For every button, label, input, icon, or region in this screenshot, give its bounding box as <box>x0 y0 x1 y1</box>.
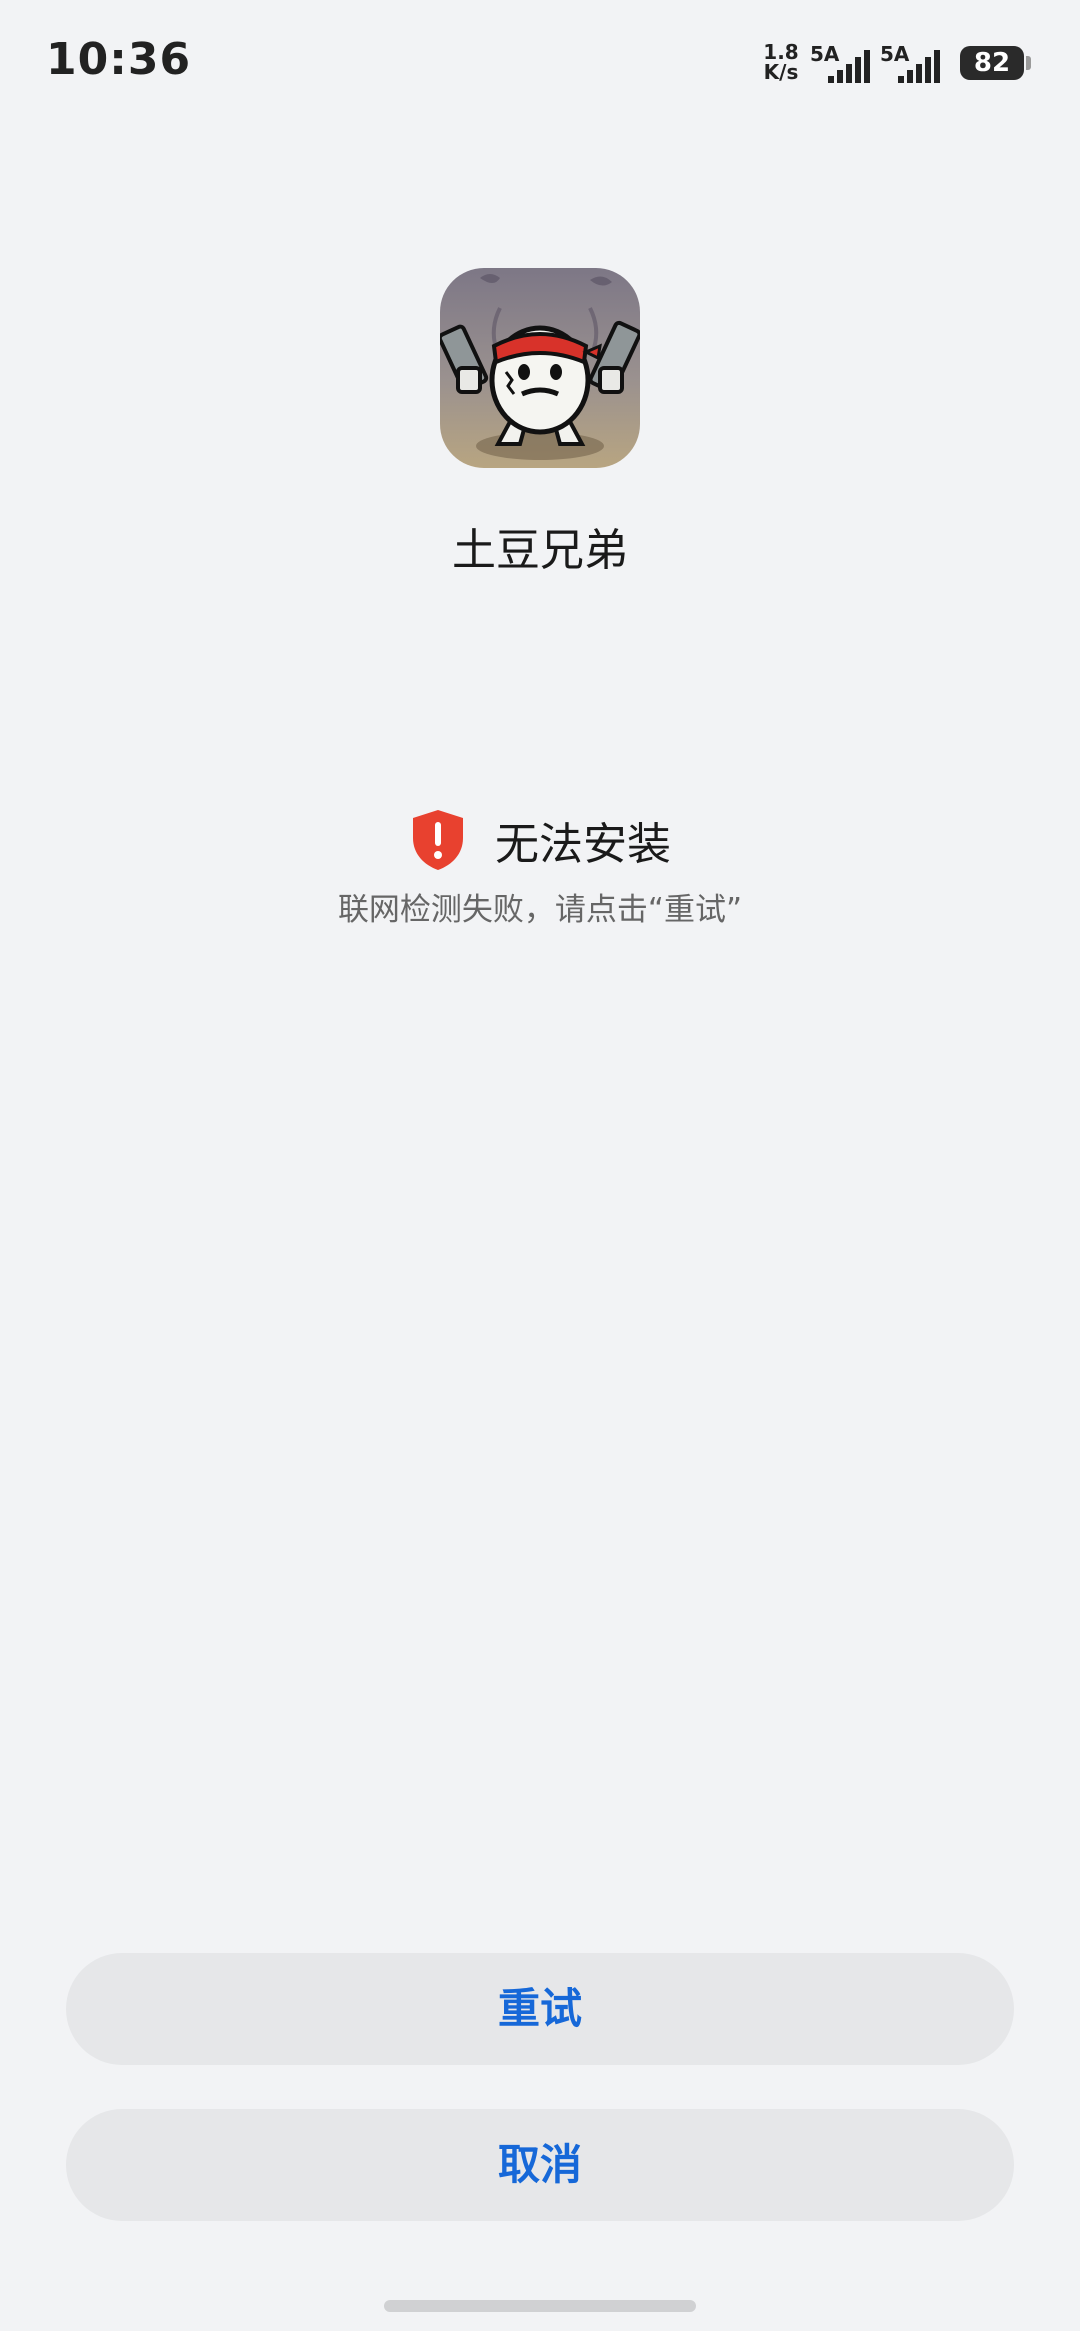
cancel-button[interactable]: 取消 <box>66 2109 1014 2221</box>
home-indicator[interactable] <box>384 2300 696 2312</box>
error-title: 无法安装 <box>495 819 671 870</box>
status-bar: 10:36 1.8 K/s 5A 5A 82 <box>0 0 1080 120</box>
sim2-signal-icon: 5A <box>880 42 942 84</box>
sim1-signal-icon: 5A <box>810 42 872 84</box>
error-description: 联网检测失败，请点击“重试” <box>337 892 743 928</box>
app-icon <box>440 268 640 468</box>
app-name: 土豆兄弟 <box>452 525 628 576</box>
battery-icon: 82 <box>960 46 1024 80</box>
error-shield-icon <box>413 810 463 870</box>
install-error-header: 无法安装 <box>0 800 1080 880</box>
status-time: 10:36 <box>46 34 192 85</box>
battery-tip <box>1026 56 1031 70</box>
retry-button[interactable]: 重试 <box>66 1953 1014 2065</box>
network-speed: 1.8 K/s <box>760 42 802 82</box>
network-speed-unit: K/s <box>763 60 799 84</box>
network-speed-value: 1.8 <box>763 40 799 64</box>
install-failed-screen: 10:36 1.8 K/s 5A 5A 82 土豆兄弟 无法安装 联网检测失败，… <box>0 0 1080 2331</box>
